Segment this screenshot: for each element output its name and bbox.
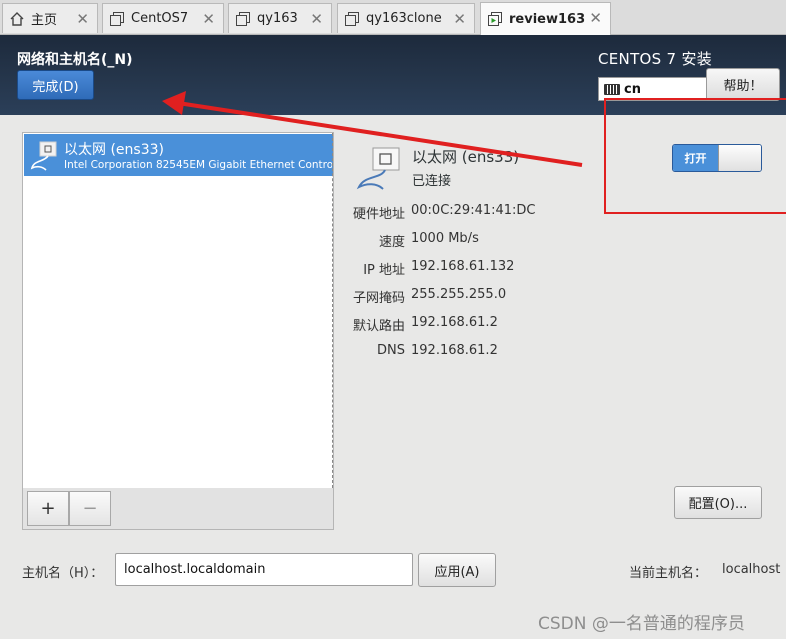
help-button[interactable]: 帮助！	[706, 68, 780, 101]
tab-label: qy163	[257, 11, 298, 26]
watermark: CSDN @一名普通的程序员	[538, 614, 745, 634]
close-icon[interactable]: ✕	[453, 10, 466, 28]
hardware-address-value: 00:0C:29:41:41:DC	[411, 203, 536, 218]
annotation-box	[604, 98, 786, 214]
tab-label: qy163clone	[366, 11, 442, 26]
default-route-value: 192.168.61.2	[411, 315, 498, 330]
vm-icon	[109, 11, 125, 27]
speed-label: 速度	[378, 235, 405, 250]
tab-centos7[interactable]: CentOS7 ✕	[102, 3, 224, 33]
close-icon[interactable]: ✕	[589, 9, 602, 27]
list-toolbar: + −	[22, 488, 334, 530]
vm-running-icon	[487, 11, 503, 27]
scrollbar[interactable]	[331, 133, 333, 488]
vm-icon	[235, 11, 251, 27]
done-button[interactable]: 完成(D)	[17, 70, 94, 100]
tab-qy163clone[interactable]: qy163clone ✕	[337, 3, 475, 33]
tab-label: CentOS7	[131, 11, 189, 26]
close-icon[interactable]: ✕	[76, 10, 89, 28]
hardware-address-label: 硬件地址	[352, 207, 405, 222]
default-route-label: 默认路由	[352, 319, 405, 334]
subnet-mask-value: 255.255.255.0	[411, 287, 507, 302]
speed-value: 1000 Mb/s	[411, 231, 479, 246]
connection-list: 以太网 (ens33) Intel Corporation 82545EM Gi…	[22, 132, 334, 489]
ethernet-device-icon	[356, 147, 400, 190]
close-icon[interactable]: ✕	[310, 10, 323, 28]
dns-value: 192.168.61.2	[411, 343, 498, 358]
tab-bar: 主页 ✕ CentOS7 ✕ qy163 ✕ qy163clone ✕ revi…	[0, 0, 786, 35]
hostname-input[interactable]	[115, 553, 413, 586]
hostname-label: 主机名（H）：	[22, 566, 104, 581]
vm-icon	[344, 11, 360, 27]
tab-label: review163	[509, 11, 586, 27]
list-item[interactable]: 以太网 (ens33) Intel Corporation 82545EM Gi…	[24, 134, 333, 176]
subnet-mask-label: 子网掩码	[352, 291, 405, 306]
ip-address-label: IP 地址	[363, 263, 405, 278]
home-icon	[9, 11, 25, 27]
page-title: 网络和主机名(_N)	[17, 52, 133, 68]
tab-label: 主页	[31, 13, 58, 28]
tab-review163[interactable]: review163 ✕	[480, 2, 611, 35]
keyboard-layout-label: cn	[624, 81, 641, 97]
tab-home[interactable]: 主页 ✕	[2, 3, 98, 33]
add-connection-button[interactable]: +	[27, 491, 69, 526]
remove-connection-button[interactable]: −	[69, 491, 111, 526]
keyboard-icon	[604, 83, 620, 95]
current-hostname-label: 当前主机名：	[629, 566, 708, 581]
install-title: CENTOS 7 安装	[598, 50, 713, 68]
tab-qy163[interactable]: qy163 ✕	[228, 3, 332, 33]
ethernet-icon	[30, 141, 57, 171]
ip-address-value: 192.168.61.132	[411, 259, 515, 274]
device-status: 已连接	[412, 174, 452, 189]
close-icon[interactable]: ✕	[202, 10, 215, 28]
device-name: 以太网 (ens33)	[412, 148, 520, 166]
current-hostname-value: localhost	[722, 562, 781, 577]
apply-button[interactable]: 应用(A)	[418, 553, 496, 587]
connection-description: Intel Corporation 82545EM Gigabit Ethern…	[64, 159, 332, 171]
dns-label: DNS	[377, 343, 405, 358]
connection-name: 以太网 (ens33)	[64, 142, 164, 158]
configure-button[interactable]: 配置(O)...	[674, 486, 762, 519]
